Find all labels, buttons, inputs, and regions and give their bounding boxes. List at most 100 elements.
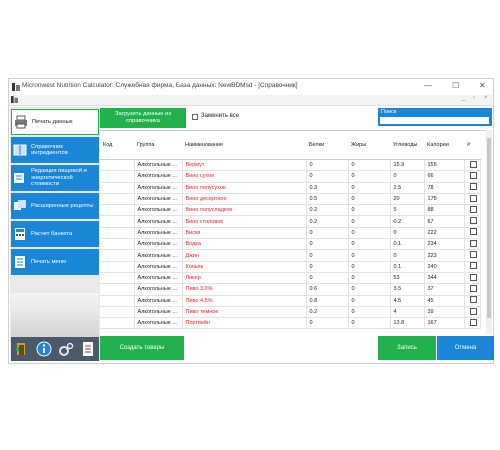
column-header-kcal[interactable]: Калории (424, 131, 464, 160)
search-input[interactable] (380, 117, 489, 124)
cell-group[interactable]: Алкогольные ... (134, 272, 183, 285)
row-checkbox[interactable] (470, 296, 477, 304)
cell-carbs[interactable]: 53 (390, 272, 425, 285)
cell-name[interactable]: Вермут (182, 159, 307, 172)
cell-protein[interactable]: 0 (306, 272, 349, 285)
cell-protein[interactable]: 0.2 (306, 215, 349, 228)
load-from-directory-button[interactable]: Загрузить данные из справочника (100, 108, 186, 128)
cell-carbs[interactable]: 13.8 (390, 317, 425, 330)
column-header-fat[interactable]: Жиры (348, 131, 390, 160)
cell-carbs[interactable]: 4 (390, 306, 425, 319)
row-checkbox[interactable] (470, 228, 477, 236)
cell-carbs[interactable]: 0 (390, 170, 425, 183)
cell-fat[interactable]: 0 (348, 159, 391, 172)
sidebar-item-ingredients[interactable]: Справочник ингредиентов (11, 137, 99, 163)
cell-name[interactable]: Коньяк (182, 261, 307, 273)
table-row[interactable]: Алкогольные ... Портвейн 0 0 13.8 167 (100, 317, 481, 330)
cell-carbs[interactable]: 4.5 (390, 295, 425, 307)
cell-code[interactable] (100, 227, 135, 240)
column-header-select[interactable]: # (464, 131, 480, 160)
cell-fat[interactable]: 0 (348, 204, 391, 217)
cell-group[interactable]: Алкогольные ... (134, 317, 183, 330)
table-row[interactable]: Алкогольные ... Вино полусладкое 0.2 0 5 88 (100, 204, 481, 217)
row-checkbox[interactable] (470, 251, 477, 259)
row-checkbox[interactable] (470, 217, 477, 225)
cell-protein[interactable]: 0 (306, 170, 349, 183)
cell-code[interactable] (100, 283, 135, 296)
cell-code[interactable] (100, 317, 135, 330)
cell-name[interactable]: Пиво 3.0% (182, 283, 307, 296)
cell-group[interactable]: Алкогольные ... (134, 182, 183, 194)
cell-fat[interactable]: 0 (348, 306, 391, 319)
cell-kcal[interactable]: 234 (424, 238, 465, 251)
cell-fat[interactable]: 0 (348, 227, 391, 240)
cell-code[interactable] (100, 295, 135, 307)
settings-icon[interactable] (58, 341, 74, 357)
cell-protein[interactable]: 0.2 (306, 204, 349, 217)
cell-kcal[interactable]: 66 (424, 170, 465, 183)
cell-code[interactable] (100, 182, 135, 194)
cell-kcal[interactable]: 78 (424, 182, 465, 194)
row-checkbox[interactable] (470, 262, 477, 270)
cell-fat[interactable]: 0 (348, 215, 391, 228)
cell-fat[interactable]: 0 (348, 272, 391, 285)
maximize-button[interactable]: ☐ (452, 81, 459, 90)
row-checkbox[interactable] (470, 273, 477, 281)
cell-kcal[interactable]: 240 (424, 261, 465, 273)
cell-name[interactable]: Вино десертное (182, 193, 307, 206)
cell-fat[interactable]: 0 (348, 193, 391, 206)
cell-carbs[interactable]: 20 (390, 193, 425, 206)
cell-carbs[interactable]: 0 (390, 249, 425, 262)
cell-carbs[interactable]: 15.9 (390, 159, 425, 172)
cell-kcal[interactable]: 67 (424, 215, 465, 228)
column-header-code[interactable]: Код (100, 131, 134, 160)
cell-kcal[interactable]: 175 (424, 193, 465, 206)
cell-code[interactable] (100, 170, 135, 183)
cell-protein[interactable]: 0.3 (306, 182, 349, 194)
column-header-carbs[interactable]: Углеводы (390, 131, 424, 160)
create-products-button[interactable]: Создать товары (100, 336, 184, 360)
row-checkbox[interactable] (470, 160, 477, 168)
cell-protein[interactable]: 0 (306, 249, 349, 262)
row-checkbox[interactable] (470, 183, 477, 191)
cell-kcal[interactable]: 223 (424, 249, 465, 262)
cell-carbs[interactable]: 5 (390, 204, 425, 217)
cell-kcal[interactable]: 45 (424, 295, 465, 307)
cell-code[interactable] (100, 272, 135, 285)
cell-protein[interactable]: 0.8 (306, 295, 349, 307)
row-checkbox[interactable] (470, 307, 477, 315)
cell-group[interactable]: Алкогольные ... (134, 193, 183, 206)
sidebar-item-print-data[interactable]: Печать данных (11, 109, 99, 135)
cell-code[interactable] (100, 159, 135, 172)
minimize-button[interactable]: — (424, 81, 432, 90)
row-checkbox[interactable] (470, 284, 477, 292)
cell-group[interactable]: Алкогольные ... (134, 159, 183, 172)
table-row[interactable]: Алкогольные ... Вино десертное 0.5 0 20 175 (100, 193, 481, 206)
sidebar-item-edit-nutrition[interactable]: Редакция пищевой и энергетической стоимо… (11, 165, 99, 191)
cell-protein[interactable]: 0 (306, 227, 349, 240)
table-row[interactable]: Алкогольные ... Джин 0 0 0 223 (100, 249, 481, 262)
cell-code[interactable] (100, 204, 135, 217)
cell-kcal[interactable]: 37 (424, 283, 465, 296)
cell-fat[interactable]: 0 (348, 170, 391, 183)
cell-name[interactable]: Водка (182, 238, 307, 251)
cell-kcal[interactable]: 155 (424, 159, 465, 172)
row-checkbox[interactable] (470, 205, 477, 213)
cell-group[interactable]: Алкогольные ... (134, 283, 183, 296)
cell-kcal[interactable]: 39 (424, 306, 465, 319)
table-row[interactable]: Алкогольные ... Вино сухое 0 0 0 66 (100, 170, 481, 183)
cell-name[interactable]: Виски (182, 227, 307, 240)
cell-fat[interactable]: 0 (348, 249, 391, 262)
table-row[interactable]: Алкогольные ... Вермут 0 0 15.9 155 (100, 159, 481, 172)
cell-kcal[interactable]: 222 (424, 227, 465, 240)
cell-group[interactable]: Алкогольные ... (134, 295, 183, 307)
scrollbar-thumb[interactable] (487, 138, 491, 318)
cell-name[interactable]: Портвейн (182, 317, 307, 330)
cell-protein[interactable]: 0.5 (306, 193, 349, 206)
cell-code[interactable] (100, 238, 135, 251)
cell-code[interactable] (100, 215, 135, 228)
cell-fat[interactable]: 0 (348, 182, 391, 194)
cell-code[interactable] (100, 249, 135, 262)
table-row[interactable]: Алкогольные ... Пиво 3.0% 0.6 0 3.5 37 (100, 283, 481, 296)
cell-name[interactable]: Вино полусухое (182, 182, 307, 194)
